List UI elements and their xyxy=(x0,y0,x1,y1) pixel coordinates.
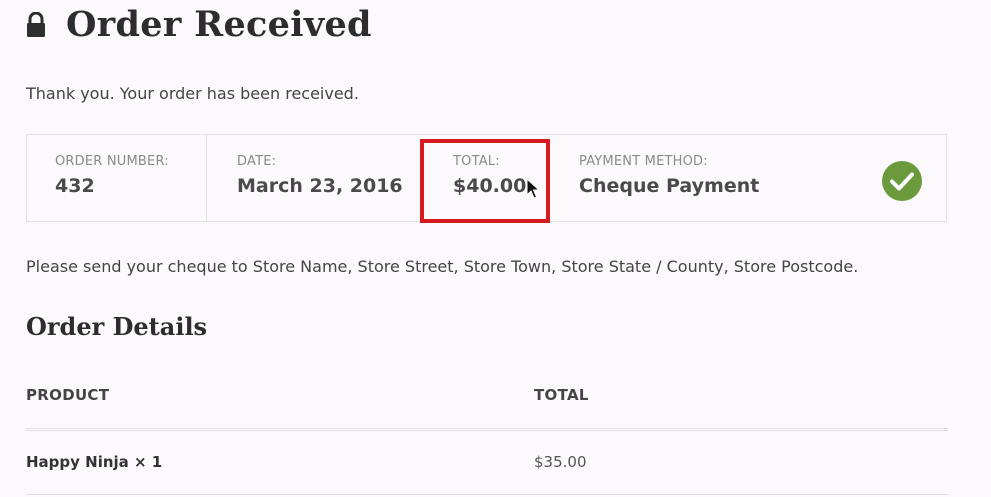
order-date-value: March 23, 2016 xyxy=(237,175,403,197)
column-header-total: TOTAL xyxy=(534,386,589,404)
payment-method-cell: PAYMENT METHOD: Cheque Payment xyxy=(579,135,839,221)
order-number-value: 432 xyxy=(55,175,95,197)
cheque-instructions: Please send your cheque to Store Name, S… xyxy=(26,257,859,276)
product-total-cell: $35.00 xyxy=(534,453,587,471)
table-row: Happy Ninja × 1 $35.00 xyxy=(26,431,948,497)
mouse-cursor-icon xyxy=(526,177,541,204)
product-name-cell: Happy Ninja × 1 xyxy=(26,453,163,471)
page-title: Order Received xyxy=(66,4,372,45)
order-number-label: ORDER NUMBER: xyxy=(55,154,169,169)
check-circle-icon xyxy=(881,160,923,202)
title-row: Order Received xyxy=(26,4,372,45)
order-details-title: Order Details xyxy=(26,312,208,341)
thank-you-message: Thank you. Your order has been received. xyxy=(26,84,359,103)
order-date-label: DATE: xyxy=(237,154,277,169)
table-row-divider xyxy=(26,494,948,495)
lock-icon xyxy=(26,11,46,38)
order-received-page: Order Received Thank you. Your order has… xyxy=(0,0,991,497)
column-header-product: PRODUCT xyxy=(26,386,110,404)
payment-method-label: PAYMENT METHOD: xyxy=(579,154,708,169)
payment-method-value: Cheque Payment xyxy=(579,175,760,197)
order-date-cell: DATE: March 23, 2016 xyxy=(207,135,419,221)
order-number-cell: ORDER NUMBER: 432 xyxy=(27,135,207,221)
